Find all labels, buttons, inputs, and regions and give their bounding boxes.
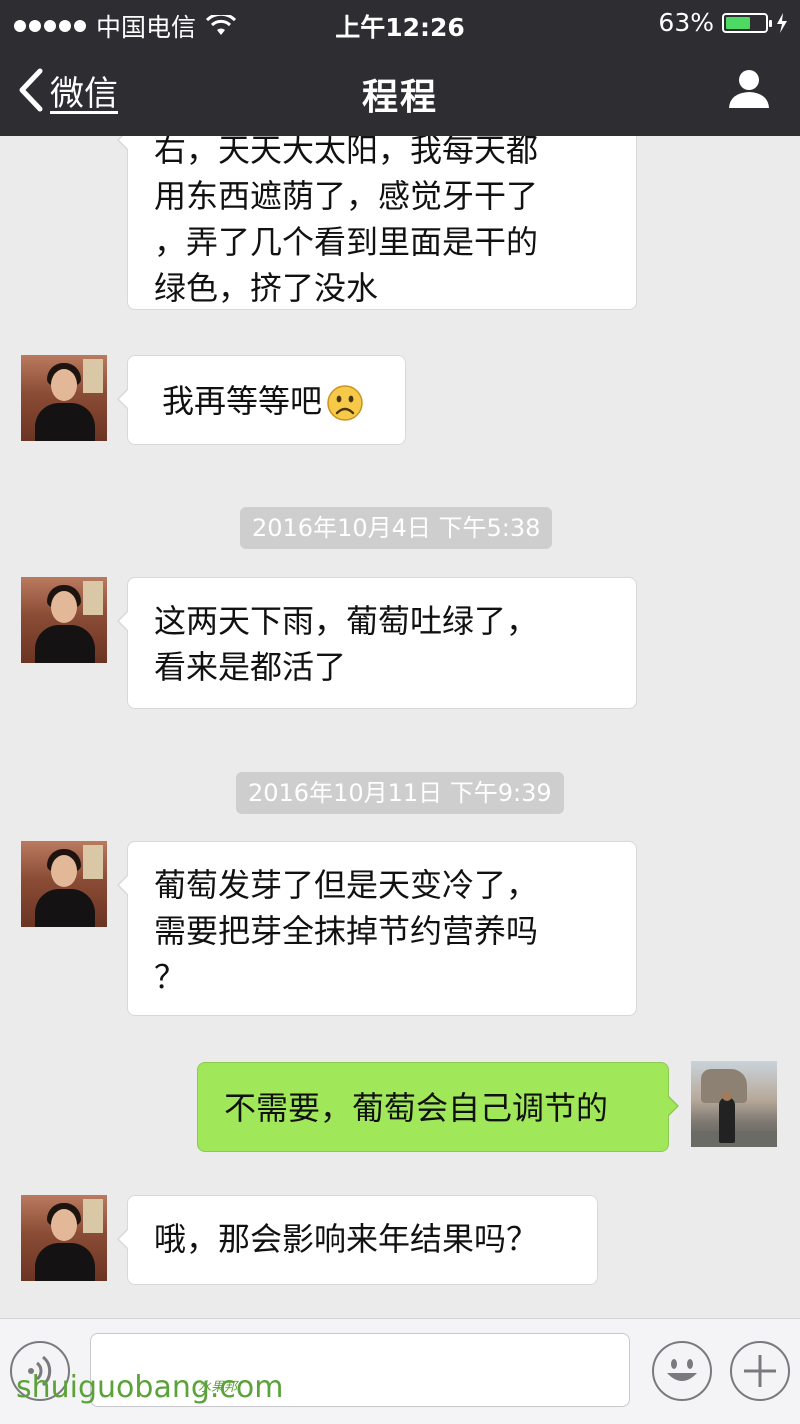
emoji-button[interactable] (652, 1341, 712, 1401)
chat-title: 程程 (361, 77, 438, 118)
message-text: 不需要，葡萄会自己调节的 (224, 1089, 609, 1127)
contact-avatar[interactable] (21, 577, 107, 663)
message-bubble-outgoing[interactable]: 不需要，葡萄会自己调节的 (197, 1062, 679, 1152)
plus-icon (744, 1355, 776, 1387)
contact-avatar[interactable] (21, 1195, 107, 1281)
battery-percent: 63% (658, 8, 714, 37)
contact-avatar[interactable] (21, 841, 107, 927)
contact-avatar[interactable] (21, 355, 107, 441)
charging-icon (777, 12, 787, 33)
message-text-line: 用东西遮荫了，感觉牙干了 (154, 177, 539, 215)
message-text-line: 这两天下雨，葡萄吐绿了， (154, 602, 539, 640)
my-avatar[interactable] (691, 1061, 777, 1147)
message-text: 我再等等吧 (162, 382, 323, 420)
message-bubble-incoming[interactable]: 哦，那会影响来年结果吗？ (117, 1195, 598, 1285)
message-timestamp: 2016年10月4日 下午5:38 (240, 507, 553, 549)
watermark-chinese: 水果邦 (198, 1380, 238, 1395)
message-bubble-incoming[interactable]: 这两天下雨，葡萄吐绿了， 看来是都活了 (117, 577, 637, 709)
nav-bar: 微信 程程 (0, 46, 800, 136)
more-button[interactable] (730, 1341, 790, 1401)
battery-icon (722, 12, 772, 33)
message-bubble-incoming[interactable]: 我再等等吧 (117, 355, 406, 445)
profile-button[interactable] (728, 68, 770, 114)
status-right: 63% (658, 8, 788, 37)
message-text-line: 绿色，挤了没水 (154, 269, 379, 307)
message-timestamp: 2016年10月11日 下午9:39 (236, 772, 564, 814)
message-text-line: 看来是都活了 (154, 648, 347, 686)
person-icon (729, 70, 769, 108)
message-text-line: ？ (154, 958, 187, 996)
watermark-text: shuiguobang.com (16, 1370, 284, 1405)
sad-face-emoji-icon (327, 385, 363, 421)
message-bubble-incoming[interactable]: 葡萄发芽了但是天变冷了， 需要把芽全抹掉节约营养吗 ？ (117, 841, 637, 1016)
smiley-icon (667, 1359, 697, 1381)
message-text-line: 葡萄发芽了但是天变冷了， (154, 866, 539, 904)
status-bar: 中国电信 上午12:26 63% (0, 0, 800, 46)
battery-fill (726, 16, 750, 29)
message-text-line: ，弄了几个看到里面是干的 (154, 223, 539, 261)
message-text: 哦，那会影响来年结果吗？ (154, 1220, 539, 1258)
message-text-line: 需要把芽全抹掉节约营养吗 (154, 912, 539, 950)
